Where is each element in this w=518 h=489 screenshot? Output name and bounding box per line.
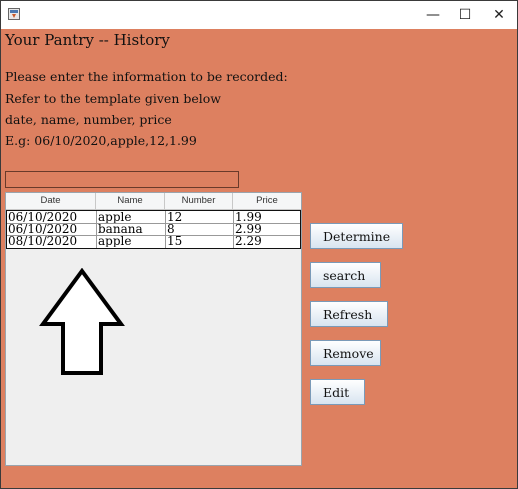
remove-button[interactable]: Remove bbox=[310, 340, 381, 366]
cell-name: apple bbox=[98, 235, 132, 247]
close-button[interactable]: ✕ bbox=[483, 1, 515, 29]
up-arrow-icon bbox=[39, 268, 125, 375]
instruction-line: date, name, number, price bbox=[5, 112, 172, 127]
refresh-button[interactable]: Refresh bbox=[310, 301, 388, 327]
cell-date: 06/10/2020 bbox=[8, 211, 78, 223]
maximize-button[interactable]: ☐ bbox=[449, 1, 481, 29]
cell-date: 06/10/2020 bbox=[8, 223, 78, 235]
cell-number: 12 bbox=[167, 211, 183, 223]
cell-date: 08/10/2020 bbox=[8, 235, 78, 247]
column-header-date[interactable]: Date bbox=[6, 193, 96, 209]
column-header-price[interactable]: Price bbox=[233, 193, 301, 209]
cell-price: 1.99 bbox=[235, 211, 262, 223]
java-app-icon bbox=[8, 8, 20, 20]
edit-button[interactable]: Edit bbox=[310, 379, 365, 405]
instruction-line: Refer to the template given below bbox=[5, 91, 221, 106]
app-window: — ☐ ✕ Your Pantry -- History Please ente… bbox=[0, 0, 518, 489]
determine-button[interactable]: Determine bbox=[310, 223, 403, 249]
column-header-number[interactable]: Number bbox=[165, 193, 233, 209]
title-bar: — ☐ ✕ bbox=[1, 1, 517, 29]
cell-price: 2.29 bbox=[235, 235, 262, 247]
cell-price: 2.99 bbox=[235, 223, 262, 235]
main-panel: Your Pantry -- History Please enter the … bbox=[1, 29, 517, 488]
cell-number: 8 bbox=[167, 223, 175, 235]
cell-name: banana bbox=[98, 223, 143, 235]
instruction-line: Please enter the information to be recor… bbox=[5, 69, 288, 84]
table-body: 06/10/2020 apple 12 1.99 06/10/2020 bana… bbox=[6, 210, 301, 249]
column-header-name[interactable]: Name bbox=[96, 193, 165, 209]
search-button[interactable]: search bbox=[310, 262, 381, 288]
cell-name: apple bbox=[98, 211, 132, 223]
instruction-line: E.g: 06/10/2020,apple,12,1.99 bbox=[5, 133, 197, 148]
table-header: Date Name Number Price bbox=[6, 193, 301, 210]
page-title: Your Pantry -- History bbox=[5, 31, 170, 49]
cell-number: 15 bbox=[167, 235, 183, 247]
table-row[interactable]: 08/10/2020 apple 15 2.29 bbox=[7, 235, 300, 247]
record-input[interactable] bbox=[5, 171, 239, 188]
minimize-button[interactable]: — bbox=[417, 1, 449, 29]
